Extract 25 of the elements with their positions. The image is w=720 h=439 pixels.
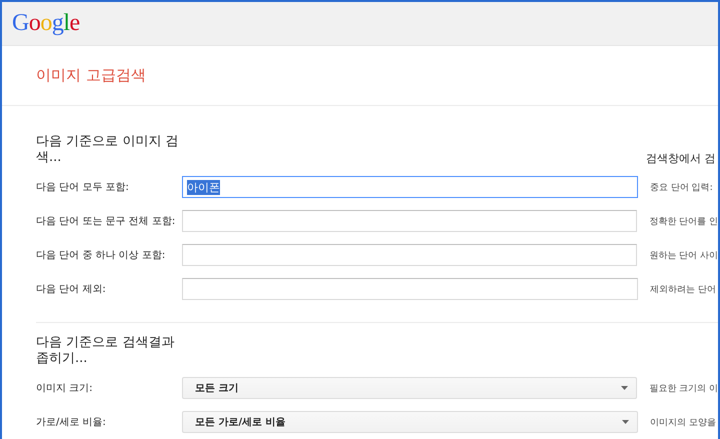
input-field[interactable] — [182, 210, 638, 232]
page-title: 이미지 고급검색 — [36, 66, 146, 85]
input-field[interactable]: 아이폰 — [182, 176, 638, 198]
field-label: 다음 단어 또는 문구 전체 포함: — [36, 215, 176, 228]
dropdown[interactable]: 모든 크기 — [182, 377, 638, 399]
hint-text: 정확한 단어를 인 — [649, 216, 718, 228]
field-label: 다음 단어 중 하나 이상 포함: — [36, 249, 166, 262]
dropdown[interactable]: 모든 가로/세로 비율 — [182, 411, 638, 433]
side-heading: 검색창에서 검 — [646, 151, 716, 166]
section-heading: 다음 기준으로 이미지 검색... — [36, 134, 180, 166]
field-label: 이미지 크기: — [36, 382, 94, 395]
input-field[interactable] — [182, 278, 638, 300]
hint-text: 필요한 크기의 이 — [649, 382, 718, 394]
hint-text: 제외하려는 단어 — [650, 284, 716, 296]
logo[interactable]: Google — [12, 10, 80, 37]
field-label: 다음 단어 제외: — [36, 283, 107, 296]
caret-icon — [621, 386, 628, 390]
section-heading: 다음 기준으로 검색결과 좁히기... — [36, 335, 176, 367]
caret-icon — [622, 420, 629, 424]
input-field[interactable] — [182, 244, 638, 266]
hint-text: 원하는 단어 사이 — [649, 250, 718, 262]
hint-text: 이미지의 모양을 — [650, 416, 716, 428]
field-label: 다음 단어 모두 포함: — [36, 181, 130, 194]
hint-text: 중요 단어 입력: — [650, 182, 713, 194]
field-label: 가로/세로 비율: — [36, 416, 107, 429]
